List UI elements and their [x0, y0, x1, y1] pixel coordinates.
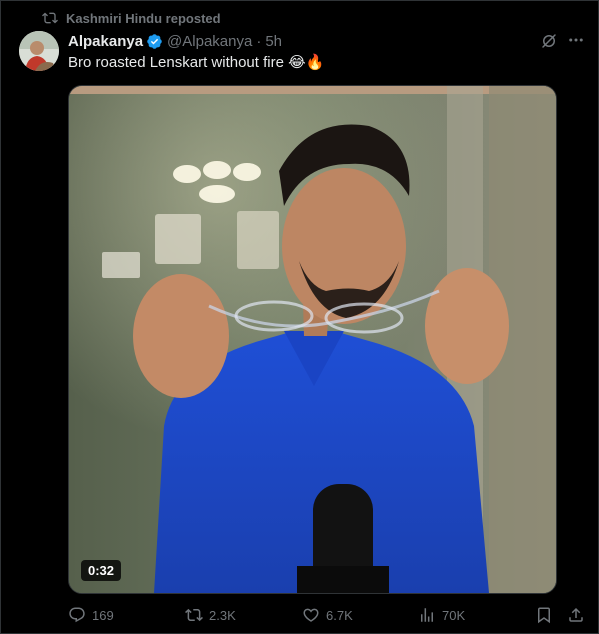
video-player[interactable]: 0:32 — [68, 85, 557, 594]
views-count: 70K — [442, 607, 466, 623]
action-bar: 169 2.3K 6.7K 70K — [68, 604, 588, 626]
grok-icon[interactable] — [540, 32, 558, 50]
video-thumbnail — [69, 86, 556, 593]
reply-icon — [69, 607, 85, 623]
repost-count: 2.3K — [209, 607, 236, 623]
more-options-icon[interactable] — [567, 31, 585, 49]
reply-count: 169 — [92, 607, 114, 623]
bookmark-icon — [538, 607, 550, 624]
separator-dot: · — [256, 32, 262, 50]
avatar[interactable] — [19, 31, 59, 71]
bookmark-button[interactable] — [535, 604, 553, 626]
repost-label: Kashmiri Hindu reposted — [66, 10, 221, 26]
video-duration: 0:32 — [81, 560, 122, 581]
verified-badge-icon[interactable] — [146, 33, 163, 50]
repost-icon — [42, 12, 58, 24]
repost-action-icon — [185, 608, 203, 622]
display-name[interactable]: Alpakanya — [68, 33, 143, 50]
reply-button[interactable]: 169 — [68, 604, 114, 626]
views-button[interactable]: 70K — [418, 604, 465, 626]
tweet-card[interactable]: Kashmiri Hindu reposted Alpakanya @Alpak… — [0, 0, 599, 634]
heart-icon — [303, 608, 319, 622]
share-button[interactable] — [567, 604, 585, 626]
tweet-header: Alpakanya @Alpakanya · 5h — [68, 31, 282, 51]
like-count: 6.7K — [326, 607, 353, 623]
repost-button[interactable]: 2.3K — [185, 604, 236, 626]
user-handle[interactable]: @Alpakanya — [167, 33, 252, 50]
views-icon — [421, 608, 433, 622]
repost-context[interactable]: Kashmiri Hindu reposted — [42, 9, 221, 27]
like-button[interactable]: 6.7K — [302, 604, 353, 626]
share-icon — [569, 607, 583, 622]
timestamp[interactable]: 5h — [265, 33, 282, 50]
tweet-text: Bro roasted Lenskart without fire 😂🔥 — [68, 54, 325, 71]
